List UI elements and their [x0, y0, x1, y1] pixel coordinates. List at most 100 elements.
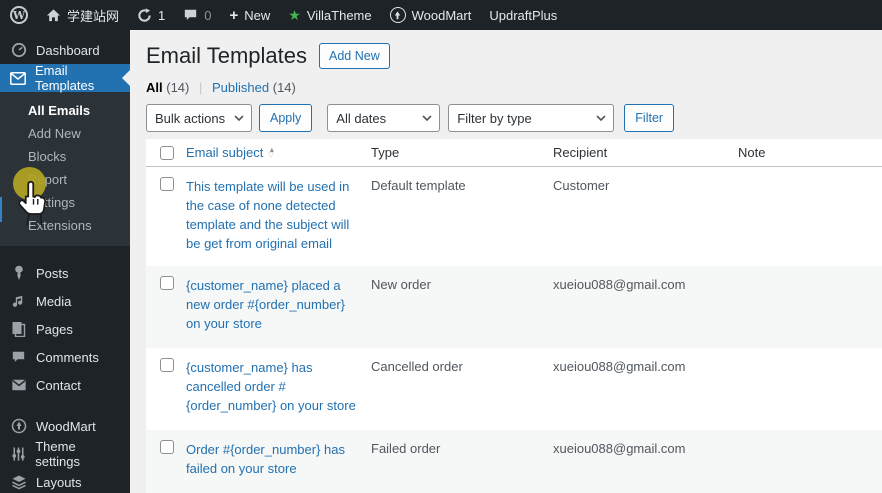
submenu-item-extensions[interactable]: Extensions: [0, 214, 130, 237]
subject-header-label: Email subject: [186, 145, 264, 160]
villatheme-label: VillaTheme: [306, 7, 372, 23]
select-all-checkbox[interactable]: [160, 145, 174, 160]
sliders-icon: [10, 446, 26, 462]
menu-separator: [0, 399, 130, 412]
menu-separator: [0, 246, 130, 259]
star-icon: ★: [288, 7, 301, 23]
new-content-menu[interactable]: + New: [229, 8, 270, 23]
site-name-menu[interactable]: 学建站网: [46, 6, 119, 25]
view-links: All (14) | Published (14): [146, 80, 882, 95]
recipient-cell: xueiou088@gmail.com: [553, 277, 686, 292]
submenu-item-all-emails[interactable]: All Emails: [0, 99, 130, 122]
view-separator: |: [199, 80, 203, 95]
row-checkbox[interactable]: [160, 358, 174, 372]
note-cell: [738, 266, 882, 276]
envelope-icon: [10, 71, 26, 85]
sidebar-item-email-templates[interactable]: Email Templates: [0, 63, 130, 93]
submenu-item-add-new[interactable]: Add New: [0, 122, 130, 145]
column-header-subject: Email subject ▲ ▽: [186, 145, 371, 160]
table-row: Order #{order_number} has failed on your…: [146, 430, 882, 493]
chevron-down-icon: [234, 115, 244, 121]
column-header-type: Type: [371, 145, 400, 160]
comment-bubble-icon: [10, 350, 27, 364]
email-subject-link[interactable]: {customer_name} placed a new order #{ord…: [186, 276, 357, 333]
main-content: Email Templates Add New All (14) | Publi…: [130, 30, 882, 493]
table-row: {customer_name} placed a new order #{ord…: [146, 266, 882, 348]
row-checkbox[interactable]: [160, 440, 174, 454]
subject-cell: {customer_name} placed a new order #{ord…: [186, 266, 371, 333]
sidebar-item-label: Dashboard: [36, 42, 100, 58]
sidebar-item-pages[interactable]: Pages: [0, 315, 130, 343]
sidebar-item-theme-settings[interactable]: Theme settings: [0, 439, 130, 469]
wordpress-icon: W: [10, 6, 28, 24]
sidebar-item-media[interactable]: Media: [0, 287, 130, 315]
page-title: Email Templates: [146, 43, 307, 68]
page-header: Email Templates Add New: [146, 42, 882, 70]
sidebar-item-label: Email Templates: [35, 63, 95, 93]
type-cell: Cancelled order: [371, 359, 463, 374]
row-checkbox[interactable]: [160, 177, 174, 191]
plus-icon: +: [229, 6, 239, 24]
sidebar-item-label: Posts: [36, 265, 69, 281]
sidebar-item-contact[interactable]: Contact: [0, 371, 130, 399]
comments-menu[interactable]: 0: [183, 8, 211, 23]
sidebar-item-label: Comments: [36, 349, 99, 365]
sidebar-item-layouts[interactable]: Layouts: [0, 468, 130, 493]
wordpress-menu[interactable]: W: [10, 6, 28, 24]
comments-count: 0: [204, 7, 212, 23]
email-templates-table: Email subject ▲ ▽ Type Recipient Note Th…: [146, 139, 882, 493]
note-cell: [738, 167, 882, 177]
sidebar-item-comments[interactable]: Comments: [0, 343, 130, 371]
chevron-down-icon: [422, 115, 432, 121]
apply-button[interactable]: Apply: [259, 104, 313, 132]
row-checkbox[interactable]: [160, 276, 174, 290]
select-all-cell: [146, 139, 186, 166]
filter-by-type-select[interactable]: Filter by type: [448, 104, 615, 132]
sidebar-item-posts[interactable]: Posts: [0, 259, 130, 287]
dashboard-icon: [10, 42, 27, 58]
submenu-item-report[interactable]: Report: [0, 168, 130, 191]
table-row: This template will be used in the case o…: [146, 167, 882, 266]
home-icon: [46, 8, 61, 21]
admin-bar: W 学建站网 1 0 + New ★ VillaTheme WoodMart U…: [0, 0, 882, 30]
email-templates-submenu: All Emails Add New Blocks Report Setting…: [0, 92, 130, 246]
layers-icon: [10, 474, 27, 490]
sort-icon: ▲ ▽: [268, 146, 276, 159]
view-all-link[interactable]: All: [146, 80, 163, 95]
view-all-count: (14): [166, 80, 190, 95]
subject-sort-link[interactable]: Email subject ▲ ▽: [186, 145, 275, 160]
email-subject-link[interactable]: This template will be used in the case o…: [186, 177, 357, 253]
sidebar-item-dashboard[interactable]: Dashboard: [0, 36, 130, 64]
sidebar-item-woodmart[interactable]: WoodMart: [0, 412, 130, 440]
filter-button[interactable]: Filter: [624, 104, 675, 132]
updates-count: 1: [158, 7, 166, 23]
table-row: {customer_name} has cancelled order #{or…: [146, 348, 882, 430]
woodmart-menu[interactable]: WoodMart: [389, 7, 471, 23]
woodmart-icon: [389, 7, 406, 23]
note-cell: [738, 430, 882, 440]
villatheme-menu[interactable]: ★ VillaTheme: [288, 8, 371, 23]
recipient-cell: Customer: [553, 178, 610, 193]
type-cell: Failed order: [371, 441, 441, 456]
filter-toolbar: Bulk actions Apply All dates Filter by t…: [146, 104, 882, 132]
all-dates-select[interactable]: All dates: [327, 104, 441, 132]
view-published-link[interactable]: Published: [212, 80, 269, 95]
bulk-actions-value: Bulk actions: [155, 110, 226, 126]
add-new-button[interactable]: Add New: [319, 43, 390, 69]
email-subject-link[interactable]: Order #{order_number} has failed on your…: [186, 440, 357, 478]
sidebar-item-label: Contact: [36, 377, 81, 393]
column-header-note: Note: [738, 145, 766, 160]
submenu-item-settings[interactable]: Settings: [0, 191, 130, 214]
pin-icon: [10, 265, 27, 281]
new-label: New: [244, 7, 271, 23]
submenu-item-blocks[interactable]: Blocks: [0, 145, 130, 168]
recipient-cell: xueiou088@gmail.com: [553, 441, 686, 456]
subject-cell: This template will be used in the case o…: [186, 167, 371, 253]
updates-menu[interactable]: 1: [137, 8, 165, 23]
email-subject-link[interactable]: {customer_name} has cancelled order #{or…: [186, 358, 357, 415]
chevron-down-icon: [596, 115, 606, 121]
bulk-actions-select[interactable]: Bulk actions: [146, 104, 252, 132]
updraftplus-menu[interactable]: UpdraftPlus: [489, 8, 557, 23]
recipient-cell: xueiou088@gmail.com: [553, 359, 686, 374]
updraftplus-label: UpdraftPlus: [489, 7, 558, 23]
